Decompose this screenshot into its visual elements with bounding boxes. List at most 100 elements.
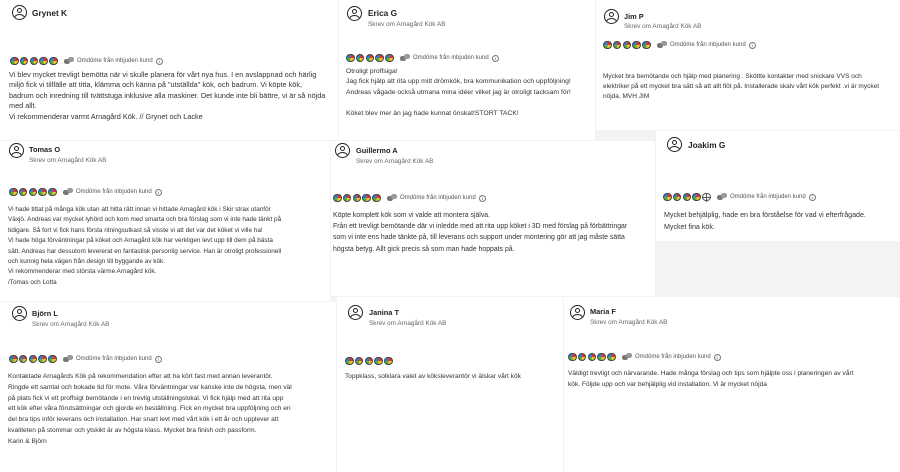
user-avatar-icon xyxy=(348,305,363,320)
star-icon xyxy=(10,56,19,66)
reviewer-name: Grynet K xyxy=(32,8,68,18)
star-icon xyxy=(375,53,384,63)
invite-label: Omdöme från inbjuden kund xyxy=(399,195,476,201)
review-text: Vi blev mycket trevligt bemötta när vi s… xyxy=(9,70,326,121)
star-icon xyxy=(48,187,57,197)
info-icon[interactable]: i xyxy=(478,194,486,202)
star-icon xyxy=(682,192,692,202)
info-icon[interactable]: i xyxy=(713,353,721,361)
star-icon xyxy=(345,356,354,366)
review-text: Toppklass, solklara valet av köksleveran… xyxy=(345,373,521,380)
reviewer-name: Janina T xyxy=(369,308,399,317)
star-icon xyxy=(362,193,371,203)
reviewer-name: Erica G xyxy=(368,8,398,18)
reviewer-subtitle: Skrev om Arnagård Kök AB xyxy=(29,157,107,164)
review-card: Maria F Skrev om Arnagård Kök AB Omdöme … xyxy=(564,297,900,472)
star-icon xyxy=(9,187,18,197)
info-icon[interactable]: i xyxy=(155,57,163,65)
info-icon[interactable]: i xyxy=(154,355,162,363)
review-card: Janina T Skrev om Arnagård Kök AB Toppkl… xyxy=(337,297,563,472)
review-text: Mycket bra bemötande och hjälp med plane… xyxy=(603,73,879,100)
star-icon xyxy=(364,356,374,366)
invite-label: Omdöme från inbjuden kund xyxy=(76,58,153,64)
user-avatar-icon xyxy=(12,306,27,321)
star-icon xyxy=(29,56,39,66)
rating-row xyxy=(345,356,394,366)
star-icon xyxy=(607,352,616,362)
star-icon xyxy=(642,40,651,50)
star-empty-icon xyxy=(702,192,711,202)
star-icon xyxy=(18,187,28,197)
star-icon xyxy=(48,354,57,364)
star-icon xyxy=(632,40,641,50)
reviewer-name: Tomas O xyxy=(29,145,61,154)
reviewer-name: Joakim G xyxy=(688,140,726,150)
star-icon xyxy=(568,352,577,362)
info-icon[interactable]: i xyxy=(748,41,756,49)
star-icon xyxy=(346,53,355,63)
star-icon xyxy=(333,193,342,203)
star-icon xyxy=(355,53,365,63)
info-icon[interactable]: i xyxy=(808,193,816,201)
reviewer-subtitle: Skrev om Arnagård Kök AB xyxy=(356,158,434,165)
user-avatar-icon xyxy=(604,9,619,24)
invite-label: Omdöme från inbjuden kund xyxy=(412,55,489,61)
chat-bubbles-icon xyxy=(716,193,727,201)
user-avatar-icon xyxy=(335,143,350,158)
star-icon xyxy=(39,56,48,66)
review-card: Jim P Skrev om Arnagård Kök AB Omdöme fr… xyxy=(596,0,900,130)
reviewer-subtitle: Skrev om Arnagård Kök AB xyxy=(369,320,447,327)
star-icon xyxy=(342,193,352,203)
star-icon xyxy=(692,192,701,202)
reviewer-name: Maria F xyxy=(590,307,616,316)
chat-bubbles-icon xyxy=(386,194,397,202)
star-icon xyxy=(372,193,381,203)
invite-label: Omdöme från inbjuden kund xyxy=(75,356,152,362)
review-card: Erica G Skrev om Arnagård Kök AB Omdöme … xyxy=(339,0,595,140)
rating-row: Omdöme från inbjuden kund i xyxy=(346,53,499,63)
review-text: Kontaktade Arnagårds Kök på rekommendati… xyxy=(8,373,292,445)
star-icon xyxy=(28,354,38,364)
reviewer-name: Björn L xyxy=(32,309,58,318)
invite-label: Omdöme från inbjuden kund xyxy=(634,354,711,360)
star-icon xyxy=(38,187,47,197)
star-icon xyxy=(612,40,622,50)
chat-bubbles-icon xyxy=(399,54,410,62)
chat-bubbles-icon xyxy=(62,188,73,196)
star-icon xyxy=(19,56,29,66)
star-icon xyxy=(622,40,632,50)
star-icon xyxy=(354,356,364,366)
review-text: Otroligt proffsiga! Jag fick hjälp att r… xyxy=(346,68,571,117)
star-icon xyxy=(672,192,682,202)
chat-bubbles-icon xyxy=(62,355,73,363)
rating-row: Omdöme från inbjuden kund i xyxy=(9,354,162,364)
info-icon[interactable]: i xyxy=(154,188,162,196)
star-icon xyxy=(384,356,393,366)
star-icon xyxy=(49,56,58,66)
review-text: Mycket behjälplig, hade en bra förståels… xyxy=(664,211,866,232)
review-card: Guillermo A Skrev om Arnagård Kök AB Omd… xyxy=(331,141,655,296)
chat-bubbles-icon xyxy=(63,57,74,65)
review-text: Vi hade tittat på många kök utan att hit… xyxy=(8,206,282,286)
user-avatar-icon xyxy=(347,6,362,21)
star-icon xyxy=(374,356,383,366)
rating-row: Omdöme från inbjuden kund i xyxy=(10,56,163,66)
reviewer-subtitle: Skrev om Arnagård Kök AB xyxy=(368,21,446,28)
star-icon xyxy=(38,354,47,364)
review-card: Björn L Skrev om Arnagård Kök AB Omdöme … xyxy=(0,302,336,472)
rating-row: Omdöme från inbjuden kund i xyxy=(333,193,486,203)
rating-row: Omdöme från inbjuden kund i xyxy=(663,192,816,202)
reviewer-name: Guillermo A xyxy=(356,146,398,155)
info-icon[interactable]: i xyxy=(491,54,499,62)
rating-row: Omdöme från inbjuden kund i xyxy=(603,40,756,50)
invite-label: Omdöme från inbjuden kund xyxy=(669,42,746,48)
star-icon xyxy=(663,192,672,202)
invite-label: Omdöme från inbjuden kund xyxy=(75,189,152,195)
chat-bubbles-icon xyxy=(621,353,632,361)
star-icon xyxy=(577,352,587,362)
reviewer-subtitle: Skrev om Arnagård Kök AB xyxy=(32,321,110,328)
review-text: Köpte komplett kök som vi valde att mont… xyxy=(333,212,628,253)
review-card: Grynet K Omdöme från inbjuden kund i Vi … xyxy=(0,0,338,140)
user-avatar-icon xyxy=(12,5,27,20)
review-card: Joakim G Omdöme från inbjuden kund i Myc… xyxy=(656,131,900,241)
